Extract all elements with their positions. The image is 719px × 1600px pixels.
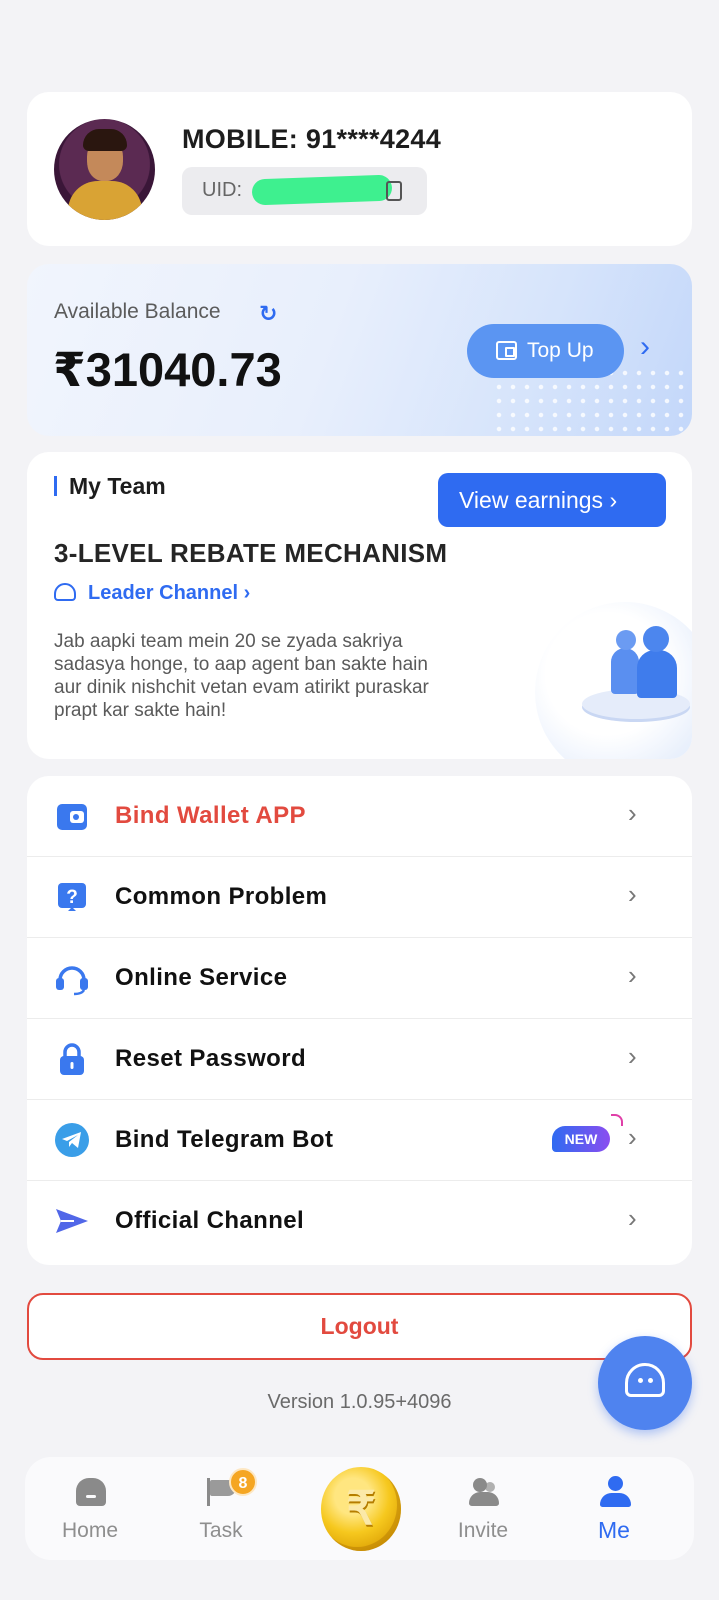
logout-button[interactable]: Logout xyxy=(27,1293,692,1360)
wallet-icon xyxy=(57,804,87,830)
version-label: Version 1.0.95+4096 xyxy=(267,1391,452,1413)
menu-item-common-problem[interactable]: ? Common Problem › xyxy=(27,857,692,938)
team-description: Jab aapki team mein 20 se zyada sakriya … xyxy=(54,631,429,721)
nav-item-task[interactable]: 8 Task xyxy=(176,1457,266,1560)
copy-icon[interactable] xyxy=(386,181,402,201)
telegram-icon xyxy=(55,1123,89,1157)
menu-item-bind-wallet[interactable]: Bind Wallet APP › xyxy=(27,776,692,857)
customer-service-button[interactable] xyxy=(598,1336,692,1430)
balance-card: Available Balance ↻ ₹31040.73 Top Up › xyxy=(27,264,692,436)
top-up-label: Top Up xyxy=(527,339,594,362)
uid-label: UID: xyxy=(202,179,242,201)
refresh-icon[interactable]: ↻ xyxy=(259,301,277,327)
nav-label: Home xyxy=(61,1519,119,1542)
new-badge: NEW xyxy=(552,1126,610,1152)
nav-label: Me xyxy=(598,1517,630,1543)
menu-item-reset-password[interactable]: Reset Password › xyxy=(27,1019,692,1100)
rebate-heading: 3-LEVEL REBATE MECHANISM xyxy=(54,538,448,568)
chevron-right-icon: › xyxy=(628,798,637,828)
top-up-button[interactable]: Top Up xyxy=(467,324,624,378)
chevron-right-icon[interactable]: › xyxy=(640,330,650,364)
leader-channel-link[interactable]: Leader Channel › xyxy=(54,582,250,605)
rupee-coin-icon[interactable]: ₹ xyxy=(321,1467,401,1551)
svg-text:?: ? xyxy=(66,887,78,908)
nav-item-invite[interactable]: Invite xyxy=(438,1457,528,1560)
menu-label: Common Problem xyxy=(115,883,328,910)
balance-amount: ₹31040.73 xyxy=(53,343,282,396)
view-earnings-button[interactable]: View earnings › xyxy=(438,473,666,527)
question-icon: ? xyxy=(58,883,86,911)
mobile-number: MOBILE: 91****4244 xyxy=(182,124,442,154)
home-icon xyxy=(76,1478,106,1506)
settings-menu: Bind Wallet APP › ? Common Problem › Onl… xyxy=(27,776,692,1265)
sparkle-icon xyxy=(611,1114,623,1126)
chevron-right-icon: › xyxy=(628,960,637,990)
section-bar xyxy=(54,476,57,496)
bottom-nav: Home 8 Task ₹ Invite Me xyxy=(25,1457,694,1560)
user-icon xyxy=(600,1476,631,1507)
lock-icon xyxy=(60,1043,84,1075)
menu-item-online-service[interactable]: Online Service › xyxy=(27,938,692,1019)
menu-label: Reset Password xyxy=(115,1045,307,1072)
nav-label: Invite xyxy=(457,1519,509,1542)
chevron-right-icon: › xyxy=(628,879,637,909)
team-card: My Team View earnings › 3-LEVEL REBATE M… xyxy=(27,452,692,759)
uid-box: UID: xyxy=(182,167,427,215)
balance-label: Available Balance xyxy=(54,300,221,323)
menu-item-official-channel[interactable]: Official Channel › xyxy=(27,1181,692,1262)
menu-label: Official Channel xyxy=(115,1207,305,1234)
team-title: My Team xyxy=(69,473,166,499)
leader-channel-label: Leader Channel › xyxy=(88,582,251,604)
headset-icon xyxy=(56,966,88,996)
wallet-icon xyxy=(496,341,517,360)
chevron-right-icon: › xyxy=(628,1122,637,1152)
nav-item-home[interactable]: Home xyxy=(45,1457,135,1560)
menu-label: Bind Wallet APP xyxy=(115,802,306,829)
nav-item-me[interactable]: Me xyxy=(569,1457,659,1560)
menu-label: Bind Telegram Bot xyxy=(115,1126,334,1153)
chevron-right-icon: › xyxy=(628,1041,637,1071)
task-count-badge: 8 xyxy=(229,1468,257,1496)
menu-label: Online Service xyxy=(115,964,288,991)
headset-icon xyxy=(54,583,76,601)
nav-label: Task xyxy=(199,1519,243,1542)
send-icon xyxy=(56,1209,88,1233)
chevron-right-icon: › xyxy=(628,1203,637,1233)
users-icon xyxy=(469,1478,499,1506)
menu-item-bind-telegram[interactable]: Bind Telegram Bot NEW › xyxy=(27,1100,692,1181)
profile-card: MOBILE: 91****4244 UID: xyxy=(27,92,692,246)
avatar[interactable] xyxy=(54,119,155,220)
uid-redaction xyxy=(251,174,393,206)
